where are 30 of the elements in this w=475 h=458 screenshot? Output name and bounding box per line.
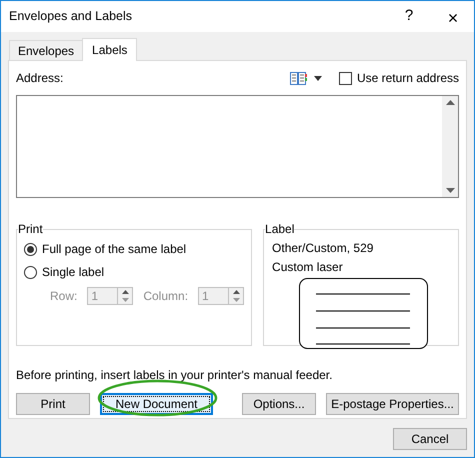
group-title: Label [265, 221, 294, 238]
checkbox[interactable] [338, 72, 352, 84]
dialog-button[interactable]: Print [16, 393, 90, 415]
note-text: Before printing, insert labels in your printer's manual feeder. [16, 367, 334, 384]
dialog-button[interactable]: Options... [242, 393, 316, 415]
label-info-text: Other/Custom, 529 [272, 240, 374, 257]
help-button[interactable]: ? [394, 4, 424, 28]
tab[interactable]: Labels [82, 38, 138, 61]
window-title: Envelopes and Labels [9, 8, 132, 26]
checkbox-label[interactable]: Use return address [356, 69, 459, 87]
radio-label[interactable]: Single label [42, 263, 104, 281]
radio-button[interactable] [24, 242, 37, 256]
spin-button[interactable] [228, 287, 244, 305]
label-info-text: Custom laser [272, 259, 344, 276]
cancel-button[interactable]: Cancel [393, 428, 467, 450]
group-title: Print [18, 221, 43, 238]
dialog-button[interactable]: New Document [100, 393, 213, 415]
row-label: Row: [50, 288, 78, 305]
spin-up-icon[interactable] [232, 290, 240, 294]
close-button[interactable]: × [438, 4, 468, 28]
address-label: Address: [16, 70, 64, 87]
column-label: Column: [143, 288, 188, 305]
tab[interactable]: Envelopes [9, 40, 82, 60]
dropdown-caret-icon[interactable] [314, 76, 322, 80]
spin-button[interactable] [117, 287, 134, 305]
spin-up-icon[interactable] [122, 290, 129, 294]
address-book-icon[interactable] [290, 72, 307, 84]
radio-button[interactable] [24, 266, 37, 278]
dialog-button[interactable]: E-postage Properties... [326, 393, 459, 415]
radio-label[interactable]: Full page of the same label [42, 240, 186, 258]
